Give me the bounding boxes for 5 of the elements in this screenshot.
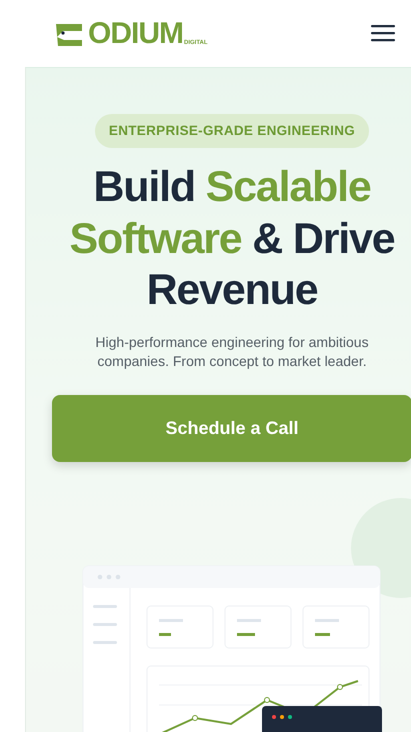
hero-heading: Build Scalable Software & Drive Revenue (68, 162, 396, 316)
tagline-badge: ENTERPRISE-GRADE ENGINEERING (94, 114, 370, 148)
menu-icon (371, 24, 395, 42)
hero-subtitle: High-performance engineering for ambitious companies. From concept to market leader. (94, 333, 370, 371)
schedule-call-button[interactable]: Schedule a Call (52, 394, 411, 462)
